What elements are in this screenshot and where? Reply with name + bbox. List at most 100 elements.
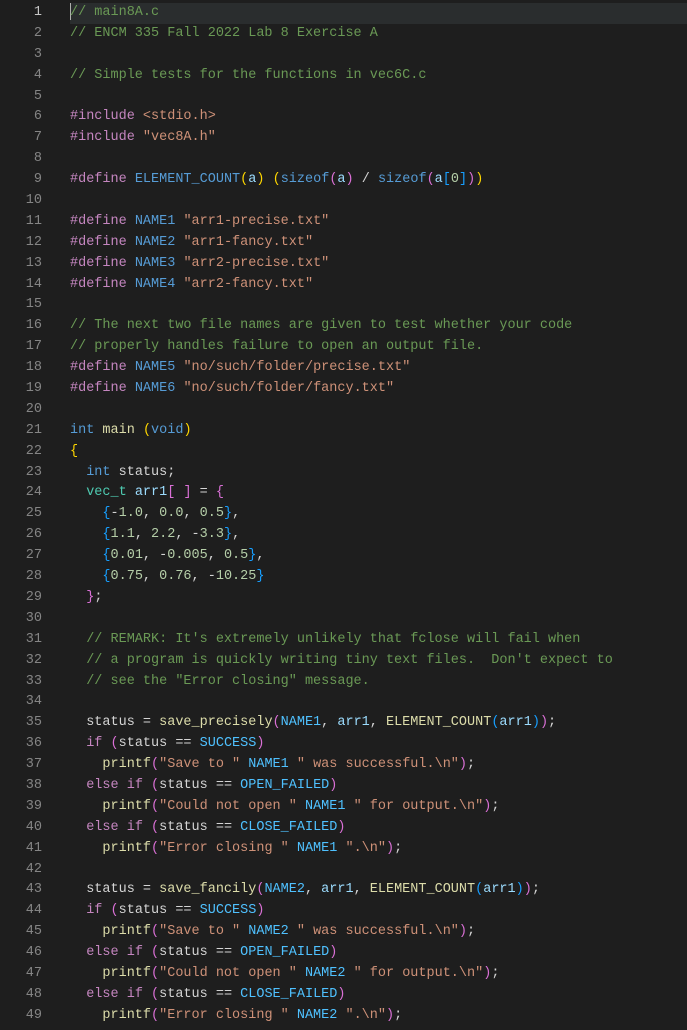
code-line[interactable]: {-1.0, 0.0, 0.5}, xyxy=(70,504,687,525)
code-token: #define xyxy=(70,381,127,396)
code-line[interactable]: // see the "Error closing" message. xyxy=(70,672,687,693)
code-line[interactable]: // properly handles failure to open an o… xyxy=(70,337,687,358)
code-line[interactable]: #define NAME2 "arr1-fancy.txt" xyxy=(70,233,687,254)
code-line[interactable]: // a program is quickly writing tiny tex… xyxy=(70,651,687,672)
code-line[interactable]: printf("Could not open " NAME1 " for out… xyxy=(70,797,687,818)
code-line[interactable]: // Simple tests for the functions in vec… xyxy=(70,66,687,87)
code-line[interactable]: #define NAME1 "arr1-precise.txt" xyxy=(70,212,687,233)
code-line[interactable]: printf("Save to " NAME2 " was successful… xyxy=(70,922,687,943)
code-token: ( xyxy=(273,172,281,187)
line-number: 43 xyxy=(0,880,42,901)
line-number: 7 xyxy=(0,128,42,149)
code-token: , xyxy=(232,506,240,521)
code-token: ) xyxy=(532,715,540,730)
code-line[interactable]: int status; xyxy=(70,463,687,484)
code-token: ) xyxy=(337,987,345,1002)
code-line[interactable]: if (status == SUCCESS) xyxy=(70,734,687,755)
line-number: 33 xyxy=(0,672,42,693)
code-line[interactable]: printf("Could not open " NAME2 " for out… xyxy=(70,964,687,985)
code-line[interactable]: // ENCM 335 Fall 2022 Lab 8 Exercise A xyxy=(70,24,687,45)
code-token xyxy=(289,841,297,856)
code-line[interactable]: printf("Save to " NAME1 " was successful… xyxy=(70,755,687,776)
code-token: , xyxy=(354,882,370,897)
code-token: " for output.\n" xyxy=(354,799,484,814)
code-line[interactable]: else if (status == CLOSE_FAILED) xyxy=(70,985,687,1006)
code-line[interactable]: #define NAME3 "arr2-precise.txt" xyxy=(70,254,687,275)
code-line[interactable]: #include <stdio.h> xyxy=(70,107,687,128)
code-token: // a program is quickly writing tiny tex… xyxy=(86,653,613,668)
code-line[interactable] xyxy=(70,45,687,66)
code-token: a xyxy=(337,172,345,187)
code-line[interactable] xyxy=(70,149,687,170)
code-token: " was successful.\n" xyxy=(297,757,459,772)
code-area[interactable]: // main8A.c // ENCM 335 Fall 2022 Lab 8 E… xyxy=(60,0,687,1030)
code-line[interactable] xyxy=(70,860,687,881)
code-token: save_precisely xyxy=(159,715,272,730)
code-line[interactable]: int main (void) xyxy=(70,421,687,442)
code-token: ( xyxy=(273,715,281,730)
code-token: #include xyxy=(70,130,135,145)
code-line[interactable]: { xyxy=(70,442,687,463)
code-token: "no/such/folder/fancy.txt" xyxy=(183,381,394,396)
code-token: #define xyxy=(70,256,127,271)
code-line[interactable]: vec_t arr1[ ] = { xyxy=(70,483,687,504)
code-line[interactable]: }; xyxy=(70,588,687,609)
code-token: , xyxy=(143,506,159,521)
code-token: if xyxy=(127,987,143,1002)
code-line[interactable]: #define NAME6 "no/such/folder/fancy.txt" xyxy=(70,379,687,400)
code-token xyxy=(264,172,272,187)
code-token: - xyxy=(192,527,200,542)
code-token xyxy=(70,465,86,480)
code-token: ( xyxy=(151,924,159,939)
code-token: ) xyxy=(459,757,467,772)
code-token xyxy=(70,799,102,814)
code-line[interactable]: #define NAME5 "no/such/folder/precise.tx… xyxy=(70,358,687,379)
code-token: "Could not open " xyxy=(159,799,297,814)
code-token: printf xyxy=(102,757,151,772)
code-line[interactable]: status = save_fancily(NAME2, arr1, ELEME… xyxy=(70,880,687,901)
code-line[interactable]: {0.75, 0.76, -10.25} xyxy=(70,567,687,588)
code-token: // properly handles failure to open an o… xyxy=(70,339,483,354)
code-line[interactable]: {1.1, 2.2, -3.3}, xyxy=(70,525,687,546)
code-line[interactable]: status = save_precisely(NAME1, arr1, ELE… xyxy=(70,713,687,734)
code-token: // main8A.c xyxy=(70,5,159,20)
code-token: NAME2 xyxy=(297,1008,338,1023)
code-line[interactable]: // main8A.c xyxy=(70,3,687,24)
code-line[interactable] xyxy=(70,692,687,713)
code-token: if xyxy=(127,945,143,960)
code-token: 10.25 xyxy=(216,569,257,584)
code-line[interactable]: #include "vec8A.h" xyxy=(70,128,687,149)
code-token: ; xyxy=(548,715,556,730)
code-line[interactable] xyxy=(70,400,687,421)
code-line[interactable] xyxy=(70,87,687,108)
code-line[interactable]: // The next two file names are given to … xyxy=(70,316,687,337)
code-line[interactable]: printf("Error closing " NAME1 ".\n"); xyxy=(70,839,687,860)
code-token: "Save to " xyxy=(159,757,240,772)
code-token: status = xyxy=(70,882,159,897)
code-token xyxy=(70,590,86,605)
code-token: ) xyxy=(386,1008,394,1023)
code-line[interactable]: else if (status == OPEN_FAILED) xyxy=(70,776,687,797)
code-line[interactable]: else if (status == CLOSE_FAILED) xyxy=(70,818,687,839)
code-line[interactable]: // REMARK: It's extremely unlikely that … xyxy=(70,630,687,651)
code-token xyxy=(70,527,102,542)
line-number: 19 xyxy=(0,379,42,400)
code-line[interactable]: if (status == SUCCESS) xyxy=(70,901,687,922)
code-token xyxy=(127,277,135,292)
code-token: ; xyxy=(491,966,499,981)
code-token xyxy=(289,1008,297,1023)
code-line[interactable]: {0.01, -0.005, 0.5}, xyxy=(70,546,687,567)
code-token: , xyxy=(192,569,208,584)
code-line[interactable] xyxy=(70,609,687,630)
code-editor[interactable]: 1234567891011121314151617181920212223242… xyxy=(0,0,687,1030)
code-line[interactable]: else if (status == OPEN_FAILED) xyxy=(70,943,687,964)
code-token: main xyxy=(102,423,134,438)
code-line[interactable] xyxy=(70,191,687,212)
code-token: } xyxy=(224,527,232,542)
code-token: "Error closing " xyxy=(159,841,289,856)
code-line[interactable] xyxy=(70,295,687,316)
code-line[interactable]: #define NAME4 "arr2-fancy.txt" xyxy=(70,275,687,296)
code-line[interactable]: #define ELEMENT_COUNT(a) (sizeof(a) / si… xyxy=(70,170,687,191)
line-number: 16 xyxy=(0,316,42,337)
code-token: #define xyxy=(70,360,127,375)
